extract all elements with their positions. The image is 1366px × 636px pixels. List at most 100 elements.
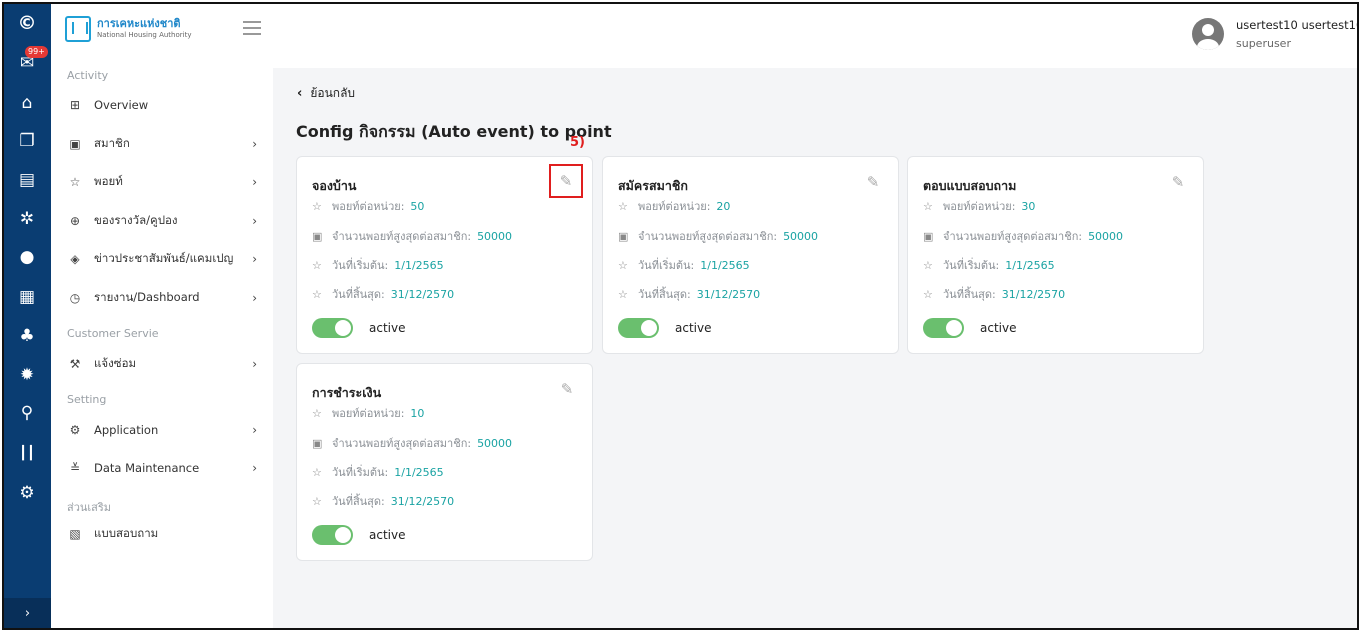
start-date-value: 1/1/2565 xyxy=(700,258,750,272)
max-point-label: จำนวนพอยท์สูงสุดต่อสมาชิก: xyxy=(332,437,472,450)
nha-logo-icon xyxy=(65,16,91,42)
chart-icon[interactable]: ┃┃ xyxy=(13,440,41,466)
sidebar-item-label: ของรางวัล/คูปอง xyxy=(94,213,178,227)
pencil-icon: ✎ xyxy=(559,172,573,190)
home-icon[interactable]: ⌂ xyxy=(13,90,41,116)
edit-button[interactable]: ✎ xyxy=(556,378,578,400)
star-icon: ☆ xyxy=(312,258,322,272)
end-date-label: วันที่สิ้นสุด: xyxy=(943,288,996,301)
sidebar-item-points[interactable]: ☆ พอยท์ › xyxy=(67,171,257,193)
active-toggle[interactable] xyxy=(618,318,659,338)
search-icon[interactable]: ⚲ xyxy=(13,400,41,426)
group-icon[interactable]: ♣ xyxy=(13,323,41,349)
brand-logo[interactable]: การเคหะแห่งชาติ National Housing Authori… xyxy=(65,16,191,42)
user-icon[interactable]: ● xyxy=(13,244,41,270)
active-toggle[interactable] xyxy=(923,318,964,338)
sidebar-item-rewards[interactable]: ⊕ ของรางวัล/คูปอง › xyxy=(67,210,257,232)
document-icon[interactable]: ▤ xyxy=(13,167,41,193)
status-label: active xyxy=(369,528,406,542)
edit-button[interactable]: ✎ xyxy=(862,171,884,193)
max-point-value: 50000 xyxy=(477,229,513,243)
star-icon: ☆ xyxy=(618,287,628,301)
top-header: usertest10 usertest10 superuser xyxy=(273,4,1357,68)
back-link[interactable]: ‹ ย้อนกลับ xyxy=(297,84,355,103)
card-title: การชำระเงิน xyxy=(312,385,382,400)
sidebar-item-application[interactable]: ⚙ Application › xyxy=(67,419,257,441)
hamburger-menu-icon[interactable] xyxy=(243,21,261,35)
dashboard-icon[interactable]: ▦ xyxy=(13,284,41,310)
section-setting: Setting xyxy=(67,393,107,406)
card-title: จองบ้าน xyxy=(312,178,357,193)
edit-button[interactable]: ✎ xyxy=(1167,171,1189,193)
start-date-label: วันที่เริ่มต้น: xyxy=(332,466,389,479)
wrench-icon: ⚒ xyxy=(69,357,81,371)
cogs-icon[interactable]: ⚙ xyxy=(13,480,41,506)
chevron-right-icon: › xyxy=(252,423,257,437)
status-label: active xyxy=(675,321,712,335)
card-title: ตอบแบบสอบถาม xyxy=(923,178,1017,193)
start-date-value: 1/1/2565 xyxy=(1005,258,1055,272)
sidebar-item-label: แบบสอบถาม xyxy=(94,526,159,540)
sidebar-item-label: พอยท์ xyxy=(94,174,123,188)
active-toggle[interactable] xyxy=(312,318,353,338)
chevron-right-icon: › xyxy=(24,605,31,621)
event-card-survey: ตอบแบบสอบถาม ✎ ☆ พอยท์ต่อหน่วย: 30 ▣ จำนวนพ… xyxy=(907,156,1204,354)
end-date-label: วันที่สิ้นสุด: xyxy=(332,495,385,508)
max-point-value: 50000 xyxy=(1088,229,1124,243)
star-icon: ☆ xyxy=(312,199,322,213)
event-card-booking: จองบ้าน ✎ ☆ พอยท์ต่อหน่วย: 50 ▣ จำนวนพอยท์ส… xyxy=(296,156,593,354)
sidebar-item-label: ข่าวประชาสัมพันธ์/แคมเปญ xyxy=(94,251,234,265)
gear-icon[interactable]: ✹ xyxy=(13,362,41,388)
sidebar-item-news[interactable]: ◈ ข่าวประชาสัมพันธ์/แคมเปญ › xyxy=(67,248,257,270)
survey-icon: ▧ xyxy=(69,527,81,541)
star-icon: ☆ xyxy=(69,175,81,189)
id-card-icon: ▣ xyxy=(312,229,323,243)
settings-icon[interactable]: ✲ xyxy=(13,206,41,232)
sidebar-item-overview[interactable]: ⊞ Overview xyxy=(67,94,257,116)
sidebar-item-repair[interactable]: ⚒ แจ้งซ่อม › xyxy=(67,353,257,375)
card-title: สมัครสมาชิก xyxy=(618,178,688,193)
star-icon: ☆ xyxy=(312,494,322,508)
sidebar-item-label: Application xyxy=(94,423,159,437)
event-card-register: สมัครสมาชิก ✎ ☆ พอยท์ต่อหน่วย: 20 ▣ จำนวนพอ… xyxy=(602,156,899,354)
logo-c-icon[interactable]: © xyxy=(13,10,41,36)
user-name[interactable]: usertest10 usertest10 xyxy=(1236,18,1357,32)
expand-sidebar-button[interactable]: › xyxy=(4,598,51,628)
chevron-right-icon: › xyxy=(252,252,257,266)
max-point-value: 50000 xyxy=(477,436,513,450)
sidebar-item-reports[interactable]: ◷ รายงาน/Dashboard › xyxy=(67,287,257,309)
edit-button[interactable]: ✎ xyxy=(549,164,583,198)
avatar[interactable] xyxy=(1192,18,1224,50)
start-date-label: วันที่เริ่มต้น: xyxy=(332,259,389,272)
star-icon: ☆ xyxy=(312,406,322,420)
star-icon: ☆ xyxy=(923,287,933,301)
end-date-value: 31/12/2570 xyxy=(696,287,761,301)
star-icon: ☆ xyxy=(312,287,322,301)
sidebar-item-data-maintenance[interactable]: ≚ Data Maintenance › xyxy=(67,457,257,479)
sidebar-item-survey[interactable]: ▧ แบบสอบถาม xyxy=(67,523,257,545)
sidebar-item-members[interactable]: ▣ สมาชิก › xyxy=(67,133,257,155)
chevron-right-icon: › xyxy=(252,461,257,475)
clock-icon: ◷ xyxy=(69,291,81,305)
sidebar-item-label: Overview xyxy=(94,98,149,112)
sidebar: การเคหะแห่งชาติ National Housing Authori… xyxy=(51,4,273,628)
event-card-payment: การชำระเงิน ✎ ☆ พอยท์ต่อหน่วย: 10 ▣ จำนวนพอ… xyxy=(296,363,593,561)
grid-icon: ⊞ xyxy=(69,98,81,112)
copy-icon[interactable]: ❐ xyxy=(13,128,41,154)
sidebar-item-label: สมาชิก xyxy=(94,136,130,150)
notification-badge: 99+ xyxy=(25,46,48,58)
star-icon: ☆ xyxy=(618,199,628,213)
max-point-label: จำนวนพอยท์สูงสุดต่อสมาชิก: xyxy=(332,230,472,243)
max-point-label: จำนวนพอยท์สูงสุดต่อสมาชิก: xyxy=(943,230,1083,243)
chevron-right-icon: › xyxy=(252,357,257,371)
end-date-label: วันที่สิ้นสุด: xyxy=(638,288,691,301)
sidebar-item-label: รายงาน/Dashboard xyxy=(94,290,200,304)
chevron-left-icon: ‹ xyxy=(297,86,303,101)
active-toggle[interactable] xyxy=(312,525,353,545)
section-customer-service: Customer Servie xyxy=(67,327,159,340)
section-extra: ส่วนเสริม xyxy=(67,501,112,514)
end-date-value: 31/12/2570 xyxy=(390,494,455,508)
pencil-icon: ✎ xyxy=(866,173,880,191)
section-activity: Activity xyxy=(67,69,109,82)
pencil-icon: ✎ xyxy=(1171,173,1185,191)
